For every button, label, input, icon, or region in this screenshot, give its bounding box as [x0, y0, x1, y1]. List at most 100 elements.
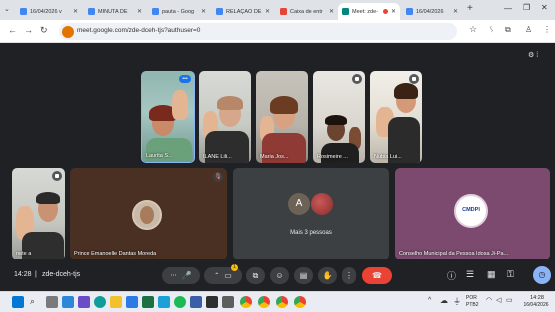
app-icon[interactable]: [78, 296, 90, 308]
chevron-up-icon[interactable]: ⌃: [214, 272, 219, 279]
emoji-icon: ☺: [275, 271, 284, 280]
captions-icon: ▤: [299, 271, 308, 280]
separator: |: [35, 271, 37, 278]
close-tab-icon[interactable]: ✕: [453, 8, 458, 15]
tab-5[interactable]: Caixa de entr ✕: [276, 3, 338, 20]
speaker-icon[interactable]: ◁: [496, 296, 501, 304]
app-icon[interactable]: [158, 296, 170, 308]
search-icon[interactable]: ⌕: [30, 296, 42, 308]
info-icon[interactable]: ⓘ: [447, 269, 456, 282]
more-options-button[interactable]: ⋮: [342, 267, 356, 284]
tab-1[interactable]: 16/04/2026 v ✕: [16, 3, 82, 20]
app-icon[interactable]: [222, 296, 234, 308]
captions-button[interactable]: ▤: [294, 267, 313, 284]
participant-name: ILANE Lili...: [203, 154, 232, 160]
layout-settings-icon[interactable]: ⚙ ⁞: [528, 51, 546, 63]
present-button[interactable]: ⧉: [246, 267, 265, 284]
chevron-up-icon[interactable]: ⋯: [171, 272, 177, 279]
others-tile[interactable]: A Mais 3 pessoas: [233, 168, 389, 260]
clock-date[interactable]: 16/04/2026: [519, 302, 553, 308]
bookmark-star-icon[interactable]: ☆: [469, 24, 477, 35]
app-icon[interactable]: [126, 296, 138, 308]
host-controls-icon[interactable]: ◷: [533, 266, 551, 284]
microphone-icon: 🎤: [181, 271, 192, 280]
battery-icon[interactable]: ▭: [506, 296, 513, 304]
close-tab-icon[interactable]: ✕: [265, 8, 270, 15]
extensions-icon[interactable]: ᛊ: [489, 25, 494, 34]
excel-icon[interactable]: [142, 296, 154, 308]
tab-6-active[interactable]: Meet: zde- ✕: [338, 3, 400, 20]
camera-button[interactable]: ⌃ ▭ 1: [204, 264, 242, 284]
language-label[interactable]: POR: [466, 295, 477, 301]
close-tab-icon[interactable]: ✕: [391, 8, 396, 15]
mic-button[interactable]: ⋯ 🎤: [162, 267, 200, 284]
minimize-icon[interactable]: —: [504, 4, 512, 13]
close-tab-icon[interactable]: ✕: [73, 8, 78, 15]
close-tab-icon[interactable]: ✕: [329, 8, 334, 15]
participant-tile[interactable]: Maria Jos...: [256, 71, 308, 163]
tab-4[interactable]: RELAÇÃO DE ✕: [212, 3, 274, 20]
language-sub-label[interactable]: PTB2: [466, 302, 479, 308]
forward-arrow-icon[interactable]: →: [24, 25, 33, 35]
chrome-icon[interactable]: [240, 296, 252, 308]
tab-3[interactable]: pauta - Goog ✕: [148, 3, 210, 20]
wifi-icon[interactable]: ◠: [486, 296, 492, 304]
pin-icon[interactable]: [52, 171, 62, 181]
tray-chevron-icon[interactable]: ^: [428, 297, 431, 304]
tab-label: Caixa de entr: [290, 8, 323, 15]
chrome-icon[interactable]: [294, 296, 306, 308]
close-tab-icon[interactable]: ✕: [137, 8, 142, 15]
address-bar[interactable]: meet.google.com/zde-dceh-tjs?authuser=0: [59, 23, 457, 40]
avatar-photo-circle: [311, 193, 333, 215]
tab-label: RELAÇÃO DE: [226, 8, 262, 15]
url-text: meet.google.com/zde-dceh-tjs?authuser=0: [77, 26, 201, 34]
participant-hair: [325, 115, 347, 125]
participant-name: Rosimeire ...: [317, 154, 348, 160]
chrome-icon[interactable]: [276, 296, 288, 308]
participant-tile[interactable]: ILANE Lili...: [199, 71, 251, 163]
chat-icon[interactable]: ▦: [487, 269, 496, 280]
task-view-icon[interactable]: [46, 296, 58, 308]
close-tab-icon[interactable]: ✕: [201, 8, 206, 15]
tab-2[interactable]: MINUTA DE ✕: [84, 3, 146, 20]
usb-icon[interactable]: ⏚: [453, 296, 461, 307]
maximize-icon[interactable]: ❐: [523, 3, 530, 12]
pin-icon[interactable]: [409, 74, 419, 84]
tab-search-icon[interactable]: ⌄: [4, 5, 10, 13]
reload-icon[interactable]: ↻: [40, 25, 48, 36]
file-explorer-icon[interactable]: [110, 296, 122, 308]
tab-label: pauta - Goog: [162, 8, 195, 15]
raise-hand-button[interactable]: ✋: [318, 267, 337, 284]
more-options-icon[interactable]: •••: [179, 75, 191, 83]
leave-call-button[interactable]: ☎: [362, 267, 392, 284]
participant-tile[interactable]: nete a: [12, 168, 65, 260]
pin-icon[interactable]: [352, 74, 362, 84]
edge-icon[interactable]: [94, 296, 106, 308]
participant-tile[interactable]: 🎙 Prince Emanoelle Dantas Moreda: [70, 168, 227, 260]
reactions-button[interactable]: ☺: [270, 267, 289, 284]
puzzle-icon[interactable]: ⧉: [505, 25, 511, 35]
app-icon[interactable]: [62, 296, 74, 308]
docs-favicon-icon: [152, 8, 159, 15]
participant-tile[interactable]: CMDPI Conselho Municipal da Pessoa Idosa…: [395, 168, 550, 260]
kebab-menu-icon[interactable]: ⋮: [543, 25, 551, 34]
chrome-icon[interactable]: [258, 296, 270, 308]
participant-tile[interactable]: ••• Laurita S...: [141, 71, 195, 163]
participant-tile[interactable]: Rosimeire ...: [313, 71, 365, 163]
activities-icon[interactable]: ⚿: [507, 269, 514, 280]
participant-tile[interactable]: Nubia Lui...: [370, 71, 422, 163]
app-icon[interactable]: [190, 296, 202, 308]
participant-name: nete a: [16, 251, 32, 257]
windows-start-icon[interactable]: [12, 296, 24, 308]
tab-7[interactable]: 16/04/2026 ✕: [402, 3, 462, 20]
app-icon[interactable]: [206, 296, 218, 308]
clock-time[interactable]: 14:28: [522, 295, 552, 301]
spotify-icon[interactable]: [174, 296, 186, 308]
site-info-icon[interactable]: [62, 25, 74, 38]
people-icon[interactable]: ☰: [466, 269, 474, 280]
close-window-icon[interactable]: ✕: [541, 3, 548, 12]
cloud-icon[interactable]: ☁: [440, 296, 448, 305]
new-tab-button[interactable]: +: [467, 3, 473, 14]
back-arrow-icon[interactable]: ←: [8, 25, 17, 35]
profile-icon[interactable]: ♙: [525, 25, 532, 34]
